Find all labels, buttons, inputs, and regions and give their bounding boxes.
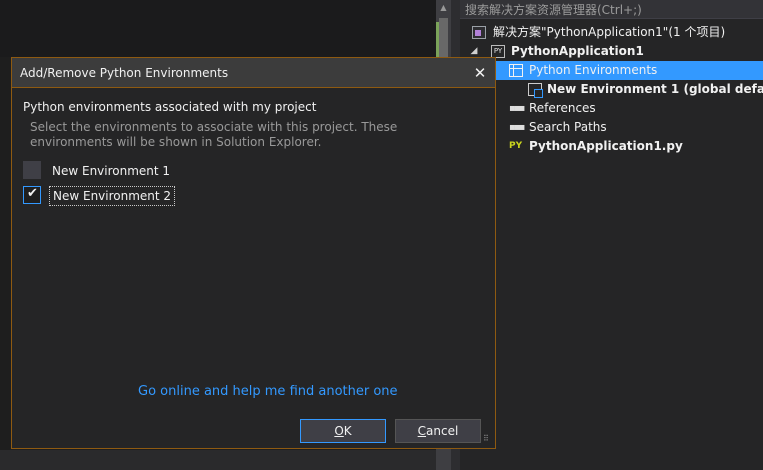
search-paths-icon: ▪▪▪ bbox=[509, 122, 525, 133]
environment-1-checkbox[interactable] bbox=[23, 161, 41, 179]
references-icon: ▪▪▪ bbox=[509, 103, 525, 114]
tree-item-label: Search Paths bbox=[529, 120, 607, 134]
editor-status-strip bbox=[0, 450, 436, 470]
tree-item-project[interactable]: ◢ PY PythonApplication1 bbox=[460, 42, 763, 61]
dialog-title: Add/Remove Python Environments bbox=[20, 66, 229, 80]
tree-item-solution[interactable]: 解决方案"PythonApplication1"(1 个项目) bbox=[460, 23, 763, 42]
tree-item-label: PythonApplication1.py bbox=[529, 139, 683, 153]
find-environment-link[interactable]: Go online and help me find another one bbox=[138, 384, 398, 399]
tree-item-label: References bbox=[529, 101, 596, 115]
environment-1-label[interactable]: New Environment 1 bbox=[49, 163, 173, 179]
tree-item-search-paths[interactable]: ▪▪▪ Search Paths bbox=[460, 118, 763, 137]
tree-item-python-environments[interactable]: Python Environments bbox=[460, 61, 763, 80]
checkmark-icon: ✔ bbox=[27, 186, 38, 201]
resize-grip-icon[interactable]: ⠿ bbox=[483, 435, 493, 446]
ok-accelerator: O bbox=[334, 424, 344, 438]
tree-item-label: PythonApplication1 bbox=[511, 44, 644, 58]
tree-item-label: New Environment 1 (global default bbox=[547, 82, 763, 96]
tree-item-references[interactable]: ▪▪▪ References bbox=[460, 99, 763, 118]
environment-icon bbox=[528, 83, 543, 98]
solution-icon bbox=[472, 26, 486, 39]
environment-2-label[interactable]: New Environment 2 bbox=[49, 186, 176, 206]
python-environments-icon bbox=[509, 64, 523, 77]
environment-2-checkbox[interactable]: ✔ bbox=[23, 186, 41, 204]
cancel-button[interactable]: Cancel bbox=[395, 419, 481, 443]
solution-explorer: 搜索解决方案资源管理器(Ctrl+;) 解决方案"PythonApplicati… bbox=[460, 0, 763, 470]
solution-explorer-search[interactable]: 搜索解决方案资源管理器(Ctrl+;) bbox=[460, 0, 763, 19]
tree-item-label: 解决方案"PythonApplication1"(1 个项目) bbox=[493, 25, 726, 39]
cancel-label: ancel bbox=[426, 424, 459, 438]
dialog-title-bar[interactable]: Add/Remove Python Environments ✕ bbox=[12, 58, 495, 88]
scroll-up-icon[interactable]: ▲ bbox=[436, 0, 451, 16]
search-placeholder: 搜索解决方案资源管理器(Ctrl+;) bbox=[465, 3, 642, 17]
close-icon[interactable]: ✕ bbox=[469, 62, 491, 84]
dialog-heading: Python environments associated with my p… bbox=[23, 100, 317, 114]
ok-label: K bbox=[343, 424, 352, 438]
python-file-icon: PY bbox=[509, 141, 523, 151]
cancel-accelerator: C bbox=[417, 424, 427, 438]
tree-item-environment[interactable]: New Environment 1 (global default bbox=[460, 80, 763, 99]
add-remove-environments-dialog: Add/Remove Python Environments ✕ Python … bbox=[11, 57, 496, 449]
tree-item-python-file[interactable]: PY PythonApplication1.py bbox=[460, 137, 763, 156]
dialog-description: Select the environments to associate wit… bbox=[30, 120, 398, 149]
tree-item-label: Python Environments bbox=[529, 63, 658, 77]
editor-header bbox=[0, 0, 436, 57]
ok-button[interactable]: OK bbox=[300, 419, 386, 443]
